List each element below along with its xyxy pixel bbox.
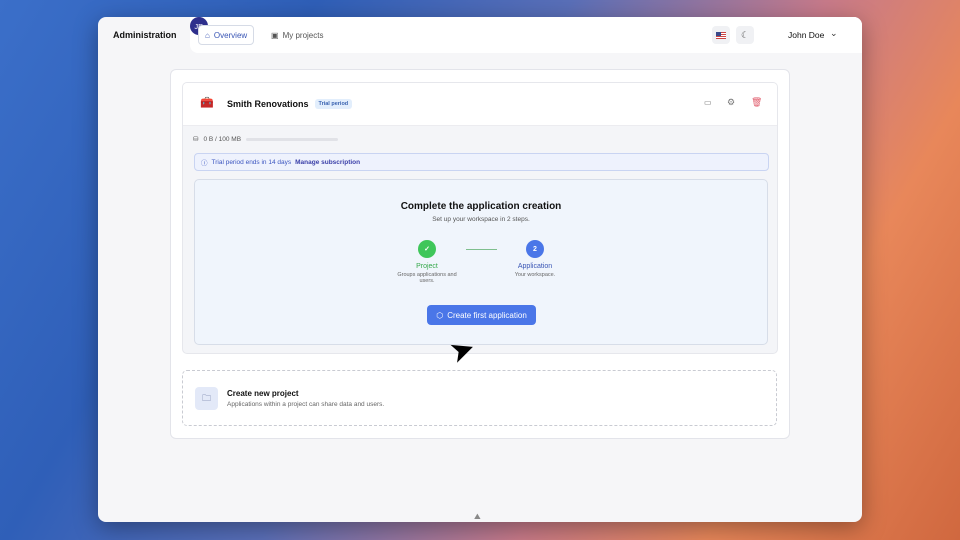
chevron-down-icon[interactable]: ⌄ [830,28,838,39]
briefcase-icon: ▣ [271,30,279,40]
app-window: Administration ⌂ Overview ▣ My projects ☾ … [98,17,862,522]
button-label: Create first application [447,310,527,320]
status-badge: Trial period [314,99,353,109]
billing-icon[interactable]: ▭ [704,98,712,107]
manage-subscription-link[interactable]: Manage subscription [295,159,360,166]
setup-title: Complete the application creation [400,201,562,212]
create-new-project-card[interactable]: 🗀 Create new project Applications within… [182,370,777,426]
footer-logo-icon: ⛰ [474,512,481,521]
setup-subtitle: Set up your workspace in 2 steps. [432,216,530,223]
setup-panel: Complete the application creation Set up… [194,179,768,345]
storage-usage: 0 B / 100 MB [203,135,242,143]
step-desc: Your workspace. [514,272,556,278]
storage-progress-bar [246,137,339,141]
new-project-title: Create new project [227,389,299,398]
language-button[interactable] [712,26,730,44]
us-flag-icon [716,31,726,39]
folder-plus-icon: 🗀 [195,387,218,410]
step-application: 2 Application Your workspace. [495,240,575,278]
step-project: ✓ Project Groups applications and users. [387,240,467,284]
cube-icon: ⬡ [436,310,444,320]
step-label: Project [416,263,438,270]
gear-icon[interactable]: ⚙ [727,97,735,108]
tab-label: Overview [213,30,248,40]
step-number: 2 [526,240,544,258]
check-icon: ✓ [418,240,436,258]
new-project-desc: Applications within a project can share … [227,401,385,408]
trial-text: Trial period ends in 14 days [211,158,292,166]
dark-mode-toggle[interactable]: ☾ [736,26,754,44]
tab-label: My projects [282,30,324,40]
info-icon: ⓘ [201,160,208,167]
project-name[interactable]: Smith Renovations [227,99,309,109]
user-name[interactable]: John Doe [788,30,824,40]
trash-icon[interactable]: 🗑 [751,97,762,108]
step-connector [466,249,497,250]
step-label: Application [517,263,553,270]
database-icon: ⛁ [193,136,199,143]
trial-banner: ⓘ Trial period ends in 14 days Manage su… [194,153,769,171]
top-nav: ⌂Overview ▣My projects ☾ JD John Doe ⌄ [190,17,862,53]
tab-overview[interactable]: ⌂ Overview [198,25,255,45]
app-title: Administration [113,30,177,40]
tab-my-projects[interactable]: ▣ My projects [265,25,329,45]
moon-icon: ☾ [740,29,750,40]
project-card: 🧰 Smith Renovations Trial period ▭ ⚙ 🗑 ⛁… [182,82,778,354]
create-first-application-button[interactable]: ⬡ Create first application [427,305,536,325]
briefcase-icon: 🧰 [200,97,214,109]
home-icon: ⌂ [205,30,210,40]
step-desc: Groups applications and users. [397,272,457,284]
